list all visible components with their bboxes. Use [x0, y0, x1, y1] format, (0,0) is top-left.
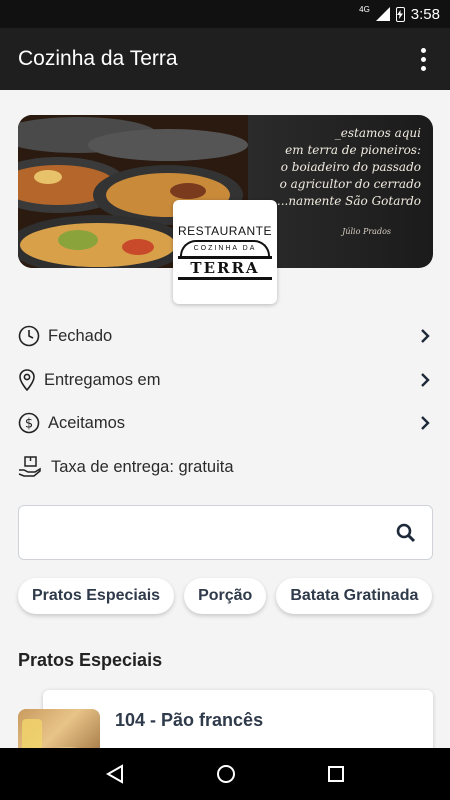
- category-chip-porcao[interactable]: Porção: [184, 578, 267, 614]
- restaurant-logo: RESTAURANTE COZINHA DA TERRA: [173, 200, 277, 304]
- category-chip-batata-gratinada[interactable]: Batata Gratinada: [276, 578, 433, 614]
- logo-line1: RESTAURANTE: [178, 224, 272, 238]
- hours-row[interactable]: Fechado: [18, 322, 433, 350]
- hours-label: Fechado: [48, 326, 113, 345]
- overflow-menu-icon[interactable]: [415, 42, 432, 77]
- logo-arc: COZINHA DA: [180, 240, 270, 256]
- back-icon[interactable]: [105, 764, 125, 784]
- status-bar: 4G 3:58: [0, 0, 450, 28]
- category-chip-pratos-especiais[interactable]: Pratos Especiais: [18, 578, 175, 614]
- clock: 3:58: [410, 5, 440, 23]
- chevron-right-icon[interactable]: [417, 372, 433, 388]
- system-nav-bar: [0, 748, 450, 800]
- menu-item-image: [18, 709, 100, 748]
- quote-line: em terra de pioneiros:: [285, 143, 421, 157]
- delivery-fee-label: Taxa de entrega: gratuita: [51, 457, 234, 476]
- delivery-area-row[interactable]: Entregamos em: [18, 366, 433, 394]
- page-title: Cozinha da Terra: [18, 47, 178, 70]
- section-title: Pratos Especiais: [18, 650, 163, 670]
- recents-icon[interactable]: [327, 765, 345, 783]
- chevron-right-icon[interactable]: [417, 415, 433, 431]
- svg-text:$: $: [25, 417, 33, 432]
- menu-item-card[interactable]: 104 - Pão francês: [43, 690, 433, 748]
- quote-line: o agricultor do cerrado: [279, 177, 421, 191]
- dollar-icon: $: [18, 412, 40, 434]
- delivery-fee-row: Taxa de entrega: gratuita: [18, 453, 433, 481]
- network-type: 4G: [359, 4, 370, 14]
- search-icon[interactable]: [396, 523, 416, 543]
- chevron-right-icon[interactable]: [417, 328, 433, 344]
- logo-line2: TERRA: [178, 256, 272, 280]
- home-icon[interactable]: [216, 764, 236, 784]
- payment-row[interactable]: $ Aceitamos: [18, 409, 433, 437]
- menu-item-name: 104 - Pão francês: [115, 710, 264, 730]
- location-pin-icon: [18, 369, 36, 391]
- battery-icon: [395, 6, 405, 22]
- category-chips: Pratos Especiais Porção Batata Gratinada: [18, 578, 433, 614]
- signal-icon: [375, 7, 390, 21]
- delivery-box-icon: [18, 456, 42, 478]
- banner-quote: _estamos aqui em terra de pioneiros: o b…: [251, 125, 421, 210]
- app-bar: Cozinha da Terra: [0, 28, 450, 90]
- quote-line: _estamos aqui: [334, 126, 421, 140]
- delivery-area-label: Entregamos em: [44, 370, 161, 389]
- search-box[interactable]: [18, 505, 433, 560]
- clock-icon: [18, 325, 40, 347]
- search-input[interactable]: [19, 506, 379, 559]
- payment-label: Aceitamos: [48, 413, 126, 432]
- quote-line: o boiadeiro do passado: [280, 160, 421, 174]
- main-content[interactable]: _estamos aqui em terra de pioneiros: o b…: [0, 90, 450, 748]
- quote-author: Júlio Prados: [342, 227, 391, 236]
